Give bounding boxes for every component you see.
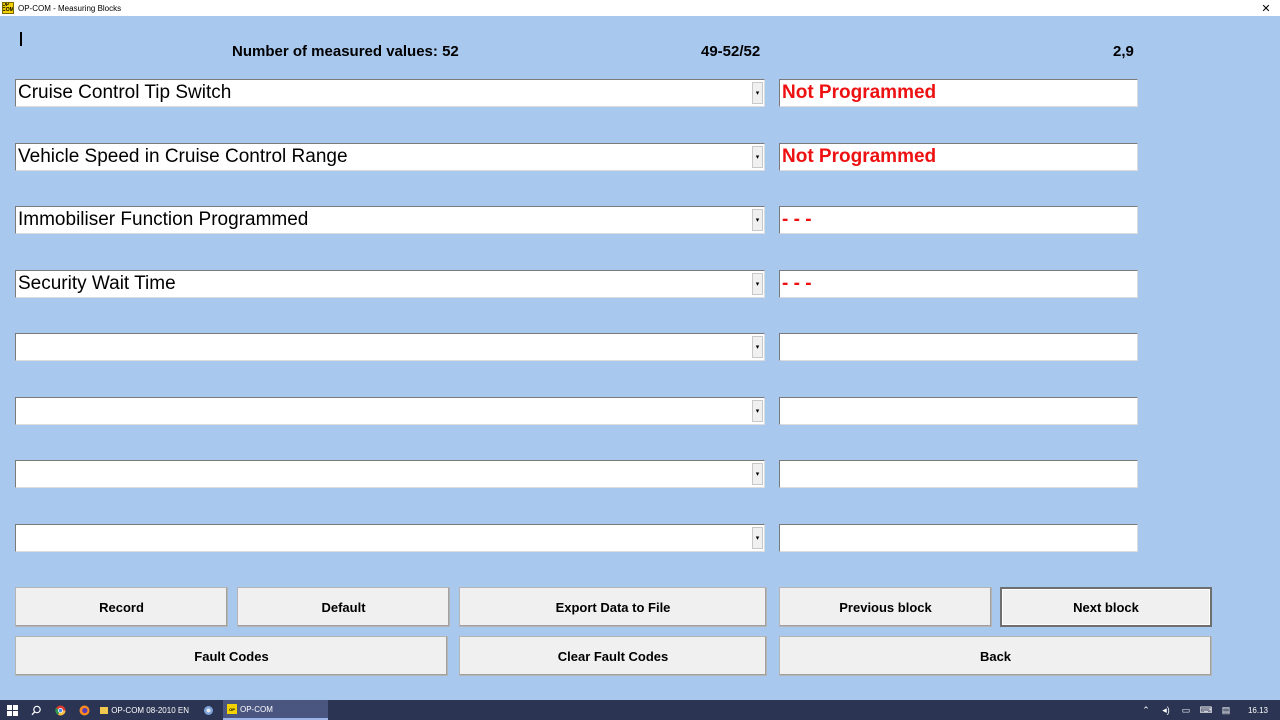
notifications-icon[interactable]: ▤ (1216, 705, 1236, 716)
close-button[interactable]: ✕ (1252, 0, 1280, 16)
export-data-button[interactable]: Export Data to File (459, 587, 767, 627)
measure-label: Immobiliser Function Programmed (18, 209, 309, 230)
measure-select-7[interactable]: ▾ (15, 460, 765, 488)
dropdown-arrow-icon[interactable]: ▾ (752, 336, 763, 358)
measure-label: Vehicle Speed in Cruise Control Range (18, 146, 348, 167)
dropdown-arrow-icon[interactable]: ▾ (752, 146, 763, 168)
folder-icon (100, 706, 109, 714)
chevron-up-icon[interactable]: ⌃ (1136, 705, 1156, 716)
measure-select-4[interactable]: Security Wait Time ▾ (15, 270, 765, 298)
measure-value-text: - - - (782, 209, 812, 230)
taskbar-opcom-task[interactable]: OP OP-COM (223, 700, 328, 720)
measure-value-4: - - - (779, 270, 1138, 298)
volume-icon[interactable]: ◂) (1156, 705, 1176, 716)
measure-value-2: Not Programmed (779, 143, 1138, 171)
measure-value-3: - - - (779, 206, 1138, 234)
dropdown-arrow-icon[interactable]: ▾ (752, 400, 763, 422)
measure-value-text: - - - (782, 273, 812, 294)
measure-value-7 (779, 460, 1138, 488)
system-tray: ⌃ ◂) ▭ ⌨ ▤ 16.13 (1136, 700, 1280, 720)
refresh-rate: 2,9 (1113, 43, 1134, 60)
measured-values-count: Number of measured values: 52 (232, 43, 459, 60)
measure-select-5[interactable]: ▾ (15, 333, 765, 361)
fault-codes-button[interactable]: Fault Codes (15, 636, 448, 676)
battery-icon[interactable]: ▭ (1176, 705, 1196, 716)
text-cursor (20, 32, 22, 46)
measure-value-text: Not Programmed (782, 146, 937, 167)
clear-fault-codes-button[interactable]: Clear Fault Codes (459, 636, 767, 676)
measure-select-1[interactable]: Cruise Control Tip Switch ▾ (15, 79, 765, 107)
measure-select-8[interactable]: ▾ (15, 524, 765, 552)
measure-select-3[interactable]: Immobiliser Function Programmed ▾ (15, 206, 765, 234)
taskbar-opcom-label: OP-COM (240, 704, 273, 714)
previous-block-button[interactable]: Previous block (779, 587, 992, 627)
taskbar-folder-task[interactable]: OP-COM 08-2010 EN (96, 700, 193, 720)
title-bar: OP COM OP-COM - Measuring Blocks ✕ (0, 0, 1280, 16)
taskbar-folder-label: OP-COM 08-2010 EN (111, 705, 189, 715)
measure-value-text: Not Programmed (782, 82, 937, 103)
window-title: OP-COM - Measuring Blocks (18, 3, 122, 13)
network-tool-icon[interactable] (193, 700, 223, 720)
opcom-app-icon: OP COM (2, 2, 14, 14)
block-range: 49-52/52 (701, 43, 761, 60)
firefox-icon[interactable] (72, 700, 96, 720)
measure-value-8 (779, 524, 1138, 552)
measure-value-5 (779, 333, 1138, 361)
dropdown-arrow-icon[interactable]: ▾ (752, 527, 763, 549)
next-block-button[interactable]: Next block (1000, 587, 1212, 627)
back-button[interactable]: Back (779, 636, 1212, 676)
taskbar-clock[interactable]: 16.13 (1236, 706, 1280, 715)
measure-select-2[interactable]: Vehicle Speed in Cruise Control Range ▾ (15, 143, 765, 171)
dropdown-arrow-icon[interactable]: ▾ (752, 209, 763, 231)
taskbar: OP-COM 08-2010 EN OP OP-COM ⌃ ◂) ▭ ⌨ ▤ 1… (0, 700, 1280, 720)
windows-start-icon[interactable] (0, 700, 24, 720)
measure-select-6[interactable]: ▾ (15, 397, 765, 425)
keyboard-icon[interactable]: ⌨ (1196, 705, 1216, 716)
chrome-icon[interactable] (48, 700, 72, 720)
measure-label: Cruise Control Tip Switch (18, 82, 232, 103)
measure-value-6 (779, 397, 1138, 425)
dropdown-arrow-icon[interactable]: ▾ (752, 82, 763, 104)
measure-value-1: Not Programmed (779, 79, 1138, 107)
default-button[interactable]: Default (237, 587, 450, 627)
dropdown-arrow-icon[interactable]: ▾ (752, 273, 763, 295)
measure-label: Security Wait Time (18, 273, 176, 294)
record-button[interactable]: Record (15, 587, 228, 627)
opcom-app-icon: OP (227, 704, 237, 714)
search-icon[interactable] (24, 700, 48, 720)
dropdown-arrow-icon[interactable]: ▾ (752, 463, 763, 485)
